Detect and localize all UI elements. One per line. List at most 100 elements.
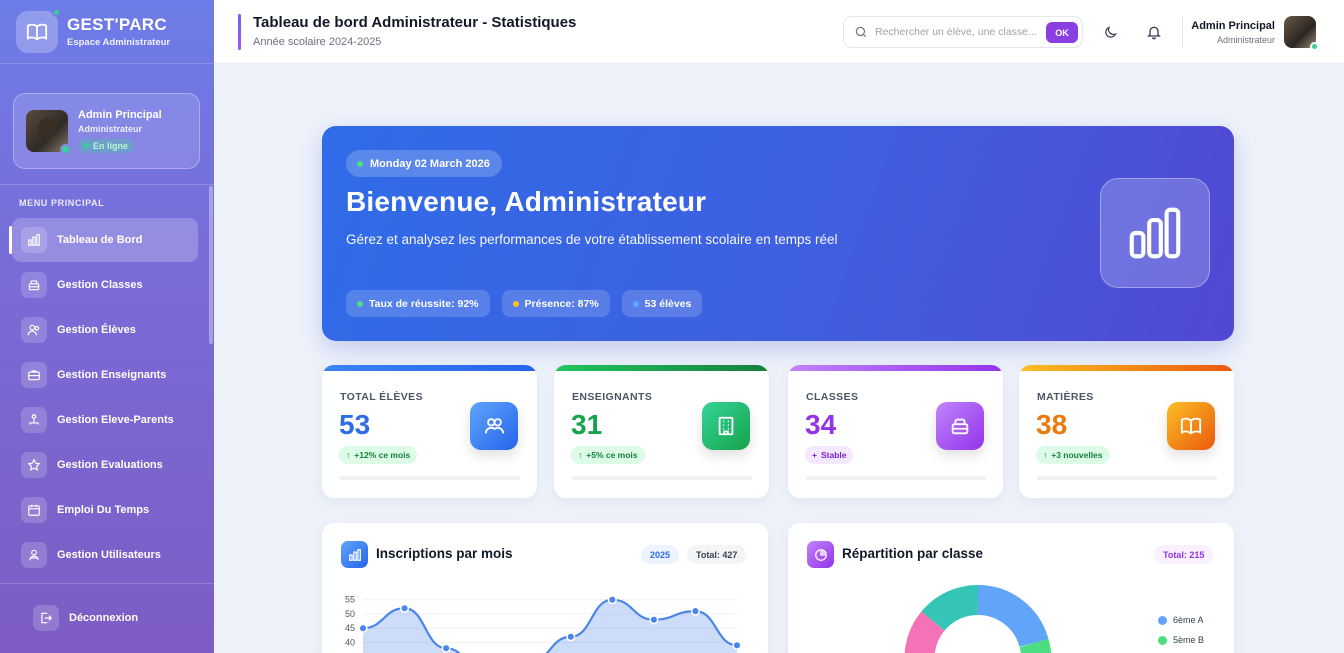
data-point[interactable] [732,640,742,650]
book-icon [1167,402,1215,450]
y-tick-label: 40 [345,637,355,647]
sidebar-item-label: Gestion Eleve-Parents [57,414,174,426]
attendance-pill: Présence: 87% [501,290,610,317]
sidebar-item-gestion-enseignants[interactable]: Gestion Enseignants [12,353,198,397]
bar-chart-icon [1100,178,1210,288]
stat-card-matieres[interactable]: MATIÈRES 38 ↑ +3 nouvelles [1019,365,1234,498]
sidebar-item-label: Tableau de Bord [57,234,143,246]
stat-card-total-eleves[interactable]: TOTAL ÉLÈVES 53 ↑ +12% ce mois [322,365,537,498]
y-tick-label: 45 [345,623,355,633]
y-tick-label: 55 [345,595,355,605]
legend-item-5eme-b[interactable]: 5ème B [1158,635,1204,645]
stat-value: 31 [571,409,603,440]
bell-icon [1147,26,1161,40]
page-title: Tableau de bord Administrateur - Statist… [253,14,577,31]
sidebar-item-label: Gestion Utilisateurs [57,549,161,561]
brand-subtitle: Espace Administrateur [67,37,171,48]
sidebar: GEST'PARC Espace Administrateur Admin Pr… [0,0,214,653]
stat-label: ENSEIGNANTS [572,391,653,403]
menu-title: MENU PRINCIPAL [19,198,105,208]
data-point[interactable] [649,615,659,625]
series-area [363,599,737,653]
stat-label: MATIÈRES [1037,391,1094,403]
brand[interactable]: GEST'PARC Espace Administrateur [0,0,214,64]
online-indicator [60,144,71,155]
trend-badge: ↑ +12% ce mois [339,446,418,464]
stat-card-classes[interactable]: CLASSES 34 + Stable [788,365,1003,498]
sidebar-scrollbar[interactable] [209,186,213,344]
success-rate-pill: Taux de réussite: 92% [346,290,490,317]
donut-chart [904,584,1052,653]
inscriptions-chart: 3540455055 [345,595,742,653]
search-input[interactable] [875,26,1045,38]
stat-card-enseignants[interactable]: ENSEIGNANTS 31 ↑ +5% ce mois [554,365,769,498]
data-point[interactable] [566,632,576,642]
header-user-name: Admin Principal [1191,20,1275,32]
data-point[interactable] [400,603,410,613]
date-badge: Monday 02 March 2026 [346,150,502,177]
profile-role: Administrateur [78,123,143,134]
trend-badge: ↑ +3 nouvelles [1036,446,1110,464]
students-count-pill: 53 élèves [621,290,703,317]
sidebar-item-gestion-eleves[interactable]: Gestion Élèves [12,308,198,352]
page-subtitle: Année scolaire 2024-2025 [253,36,382,48]
brand-status-dot [52,7,61,17]
brand-name: GEST'PARC [67,15,167,34]
profile-card[interactable]: Admin Principal Administrateur En ligne [13,93,200,169]
sidebar-item-label: Gestion Classes [57,279,143,291]
sidebar-item-gestion-classes[interactable]: Gestion Classes [12,263,198,307]
stat-value: 53 [339,409,371,440]
theme-toggle-button[interactable] [1100,22,1120,42]
brand-logo [16,7,61,53]
sidebar-item-emploi-du-temps[interactable]: Emploi Du Temps [12,488,198,532]
trend-badge: ↑ +5% ce mois [571,446,645,464]
header-avatar[interactable] [1284,16,1319,51]
header: Tableau de bord Administrateur - Statist… [214,0,1344,64]
search-icon [855,26,867,38]
logout-label: Déconnexion [69,612,139,624]
logout-button[interactable]: Déconnexion [24,596,210,640]
sidebar-item-gestion-evaluations[interactable]: Gestion Evaluations [12,443,198,487]
data-point[interactable] [607,595,617,605]
repartition-panel: Répartition par classe Total: 215 6ème A… [788,523,1234,653]
welcome-text: Gérez et analysez les performances de vo… [346,232,838,247]
welcome-title: Bienvenue, Administrateur [346,186,707,217]
header-user-role: Administrateur [1216,35,1275,45]
online-indicator [1310,42,1319,51]
welcome-banner: Monday 02 March 2026 Bienvenue, Administ… [322,126,1234,341]
sidebar-item-label: Emploi Du Temps [57,504,150,516]
logout-icon [33,605,59,631]
stat-label: CLASSES [806,391,859,403]
status-badge: En ligne [78,138,135,153]
briefcase-icon [21,362,47,388]
profile-name: Admin Principal [78,108,162,121]
sidebar-item-gestion-eleve-parents[interactable]: Gestion Eleve-Parents [12,398,198,442]
inscriptions-panel: Inscriptions par mois 2025 Total: 427 35… [322,523,768,653]
book-icon [26,23,48,41]
search-button[interactable]: OK [1046,22,1078,43]
building-icon [702,402,750,450]
sidebar-item-label: Gestion Evaluations [57,459,163,471]
trend-badge: + Stable [805,446,854,464]
sidebar-item-label: Gestion Élèves [57,324,136,336]
users-icon [21,317,47,343]
y-tick-label: 50 [345,609,355,619]
data-point[interactable] [358,623,368,633]
calendar-icon [21,497,47,523]
sidebar-menu: Tableau de Bord Gestion Classes Gestion … [0,218,214,577]
sidebar-item-gestion-utilisateurs[interactable]: Gestion Utilisateurs [12,533,198,577]
notifications-button[interactable] [1144,22,1164,42]
data-point[interactable] [441,643,451,653]
moon-icon [1104,25,1117,38]
layers-icon [21,272,47,298]
legend-item-6eme-a[interactable]: 6ème A [1158,615,1204,625]
bar-chart-icon [21,227,47,253]
stat-value: 34 [805,409,837,440]
stat-value: 38 [1036,409,1068,440]
stat-label: TOTAL ÉLÈVES [340,391,423,403]
data-point[interactable] [690,606,700,616]
star-icon [21,452,47,478]
sidebar-item-tableau-de-bord[interactable]: Tableau de Bord [9,218,198,262]
layers-icon [936,402,984,450]
user-group-icon [21,542,47,568]
